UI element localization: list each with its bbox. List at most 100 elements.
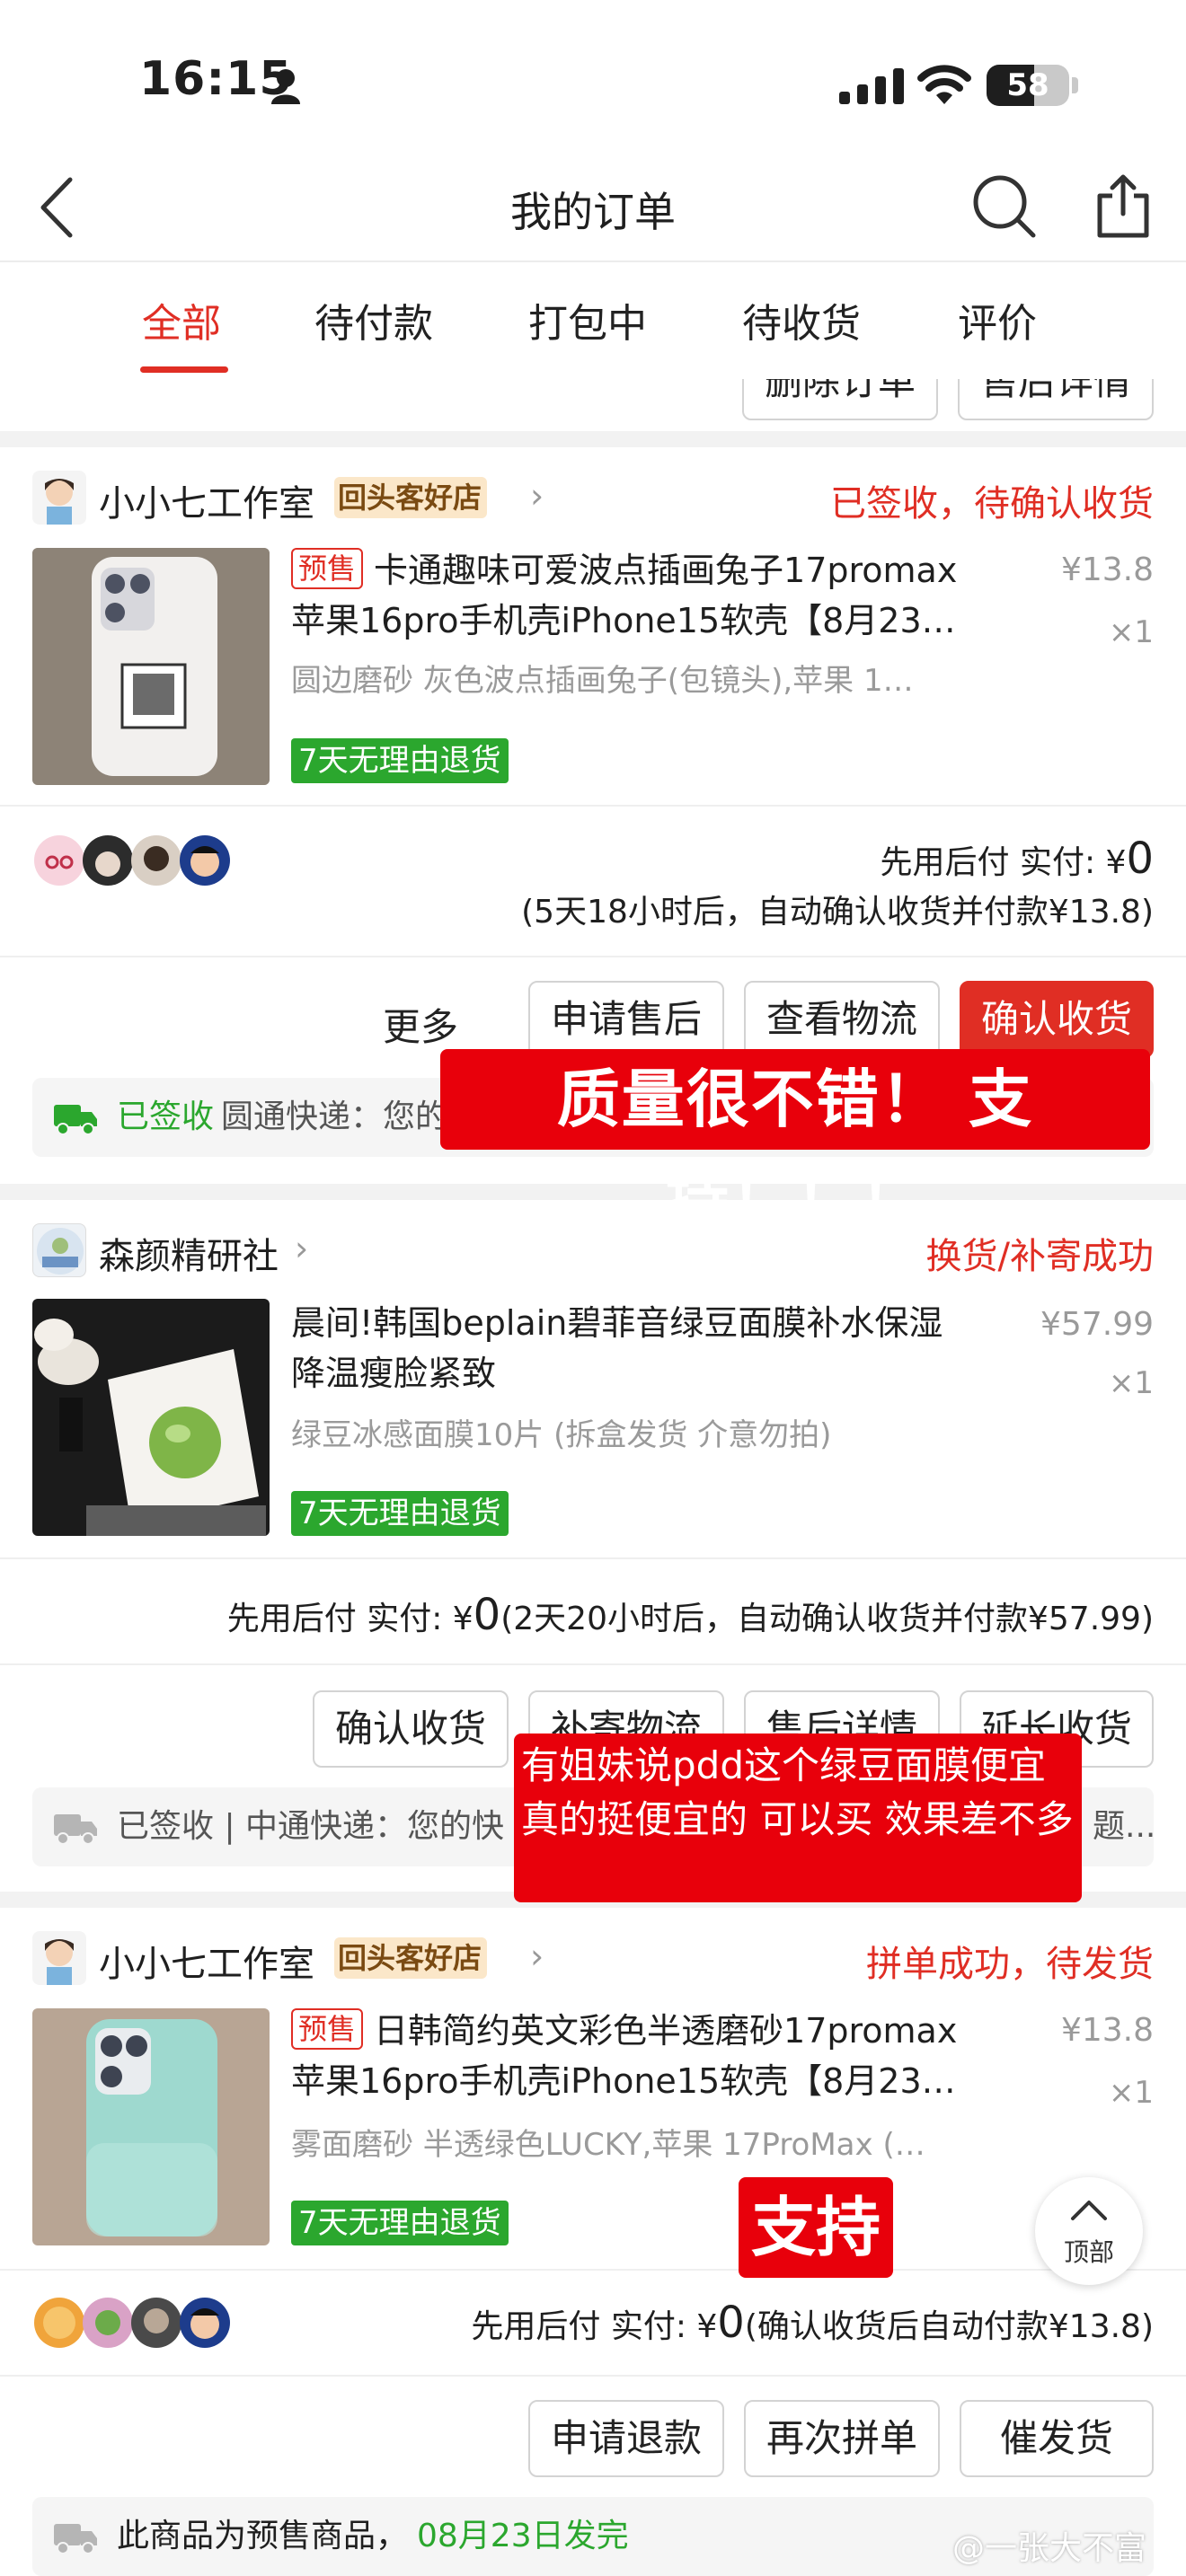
payment-amount: 0 [1126, 834, 1154, 884]
tab-pending-payment[interactable]: 待付款 [314, 291, 433, 348]
truck-icon [54, 2524, 97, 2554]
more-button[interactable]: 更多 [383, 997, 458, 1052]
product-image[interactable] [32, 1299, 270, 1536]
confirm-receipt-button[interactable]: 确认收货 [313, 1690, 509, 1768]
product-spec: 圆边磨砂 灰色波点插画兔子(包镜头),苹果 1… [291, 663, 914, 699]
product-title-text: 卡通趣味可爱波点插画兔子17promax [374, 551, 958, 590]
truck-icon [54, 1814, 97, 1845]
section-gap [0, 431, 1186, 447]
chevron-up-icon [1071, 2201, 1107, 2220]
product-spec: 绿豆冰感面膜10片 (拆盒发货 介意勿拍) [291, 1417, 832, 1453]
previous-order-partial: 删除订单 售后详情 [0, 379, 1186, 431]
payment-note: (5天18小时后，自动确认收货并付款¥13.8) [521, 894, 1154, 931]
apply-after-sale-button[interactable]: 申请售后 [528, 981, 724, 1058]
delete-order-button[interactable]: 删除订单 [742, 379, 938, 420]
product-title-line1[interactable]: 预售 日韩简约英文彩色半透磨砂17promax [291, 2005, 1019, 2057]
battery-percent: 58 [1006, 67, 1049, 103]
chevron-right-icon[interactable]: › [530, 476, 544, 516]
product-title-line1[interactable]: 预售 卡通趣味可爱波点插画兔子17promax [291, 544, 1019, 596]
product-spec: 雾面磨砂 半透绿色LUCKY,苹果 17ProMax (… [291, 2127, 925, 2163]
back-to-top-button[interactable]: 顶部 [1035, 2177, 1143, 2285]
shop-avatar[interactable] [32, 471, 86, 525]
repeat-customer-badge: 回头客好店 [334, 1937, 488, 1979]
ship-date: 08月23日发完 [417, 2518, 629, 2554]
order-status: 已签收，待确认收货 [830, 483, 1154, 525]
order-status: 拼单成功，待发货 [866, 1944, 1154, 1985]
request-refund-button[interactable]: 申请退款 [528, 2400, 724, 2477]
product-title-line2[interactable]: 苹果16pro手机壳iPhone15软壳【8月23… [291, 595, 1010, 647]
tab-pending-receipt[interactable]: 待收货 [742, 291, 861, 348]
repeat-customer-badge: 回头客好店 [334, 477, 488, 518]
payment-summary: 先用后付 实付: ¥0(2天20小时后，自动确认收货并付款¥57.99) [227, 1590, 1154, 1640]
product-title-line2[interactable]: 苹果16pro手机壳iPhone15软壳【8月23… [291, 2055, 1010, 2107]
search-icon[interactable] [970, 172, 1039, 241]
product-quantity: ×1 [1108, 1365, 1154, 1401]
product-title-line2[interactable]: 降温瘦脸紧致 [291, 1347, 1010, 1399]
payment-note: (2天20小时后，自动确认收货并付款¥57.99) [500, 1601, 1154, 1637]
return-policy-badge: 7天无理由退货 [291, 738, 509, 783]
product-price: ¥57.99 [1040, 1306, 1154, 1343]
payment-label: 先用后付 实付: ¥ [226, 1601, 474, 1637]
order-tabs: 全部 待付款 打包中 待收货 评价 [0, 264, 1186, 379]
divider [0, 2269, 1186, 2271]
order-status: 换货/补寄成功 [925, 1236, 1154, 1277]
chevron-right-icon[interactable]: › [530, 1936, 544, 1976]
tab-packing[interactable]: 打包中 [528, 291, 647, 348]
navigation-bar: 我的订单 [0, 153, 1186, 262]
confirm-receipt-button[interactable]: 确认收货 [960, 981, 1154, 1058]
divider [0, 2375, 1186, 2377]
payment-note: (确认收货后自动付款¥13.8) [744, 2308, 1154, 2345]
shop-avatar[interactable] [32, 1931, 86, 1985]
shop-name[interactable]: 小小七工作室 [99, 1935, 314, 1987]
battery-icon: 58 [987, 65, 1069, 106]
tracking-text: 圆通快递：您的 [221, 1098, 448, 1135]
product-title-text: 日韩简约英文彩色半透磨砂17promax [374, 2011, 958, 2051]
shop-name[interactable]: 森颜精研社 [99, 1227, 279, 1279]
return-policy-badge: 7天无理由退货 [291, 1491, 509, 1536]
product-image[interactable] [32, 2008, 270, 2245]
tracking-text-tail: 题... [1093, 1808, 1154, 1845]
presale-note: 此商品为预售商品， [117, 2518, 409, 2554]
presale-tag: 预售 [291, 548, 364, 589]
group-buyer-avatars [32, 2294, 230, 2351]
product-image[interactable] [32, 548, 270, 785]
product-title-line1[interactable]: 晨间!韩国beplain碧菲音绿豆面膜补水保湿 [291, 1297, 1010, 1349]
divider [0, 956, 1186, 957]
cellular-signal-icon [839, 68, 904, 104]
active-tab-indicator [140, 366, 228, 373]
payment-summary: 先用后付 实付: ¥0 [881, 834, 1154, 884]
section-gap [0, 1184, 1186, 1200]
after-sale-details-button[interactable]: 售后详情 [958, 379, 1154, 420]
wifi-icon [917, 65, 971, 104]
chevron-right-icon[interactable]: › [295, 1229, 308, 1268]
presale-tag: 预售 [291, 2008, 364, 2050]
product-price: ¥13.8 [1060, 551, 1154, 588]
payment-label: 先用后付 实付: ¥ [471, 2308, 718, 2345]
return-policy-badge: 7天无理由退货 [291, 2201, 509, 2245]
divider [0, 1663, 1186, 1665]
tab-all[interactable]: 全部 [142, 291, 221, 348]
product-quantity: ×1 [1108, 614, 1154, 650]
badge-label: 回头客好店 [338, 1941, 482, 1975]
battery-cap [1072, 77, 1078, 93]
group-buyer-avatars [32, 832, 230, 889]
status-bar: 16:15 58 [0, 0, 1186, 153]
product-quantity: ×1 [1108, 2075, 1154, 2111]
shop-avatar[interactable] [32, 1223, 86, 1277]
person-icon [271, 69, 300, 104]
payment-summary: 先用后付 实付: ¥0(确认收货后自动付款¥13.8) [471, 2298, 1154, 2348]
back-to-top-label: 顶部 [1063, 2237, 1114, 2267]
group-buy-again-button[interactable]: 再次拼单 [744, 2400, 940, 2477]
watermark: @一张大不富 [952, 2530, 1147, 2567]
tab-review[interactable]: 评价 [958, 291, 1037, 348]
tracking-text: 已签收 | 中通快递：您的快 [117, 1808, 505, 1845]
share-icon[interactable] [1094, 172, 1152, 241]
shop-name[interactable]: 小小七工作室 [99, 474, 314, 526]
divider [0, 805, 1186, 807]
caption-overlay: 支持 [739, 2177, 893, 2278]
caption-overlay: 质量很不错！ 支持！！！ [440, 1049, 1150, 1237]
badge-label: 回头客好店 [338, 481, 482, 515]
product-price: ¥13.8 [1060, 2012, 1154, 2049]
urge-shipping-button[interactable]: 催发货 [960, 2400, 1154, 2477]
view-logistics-button[interactable]: 查看物流 [744, 981, 940, 1058]
